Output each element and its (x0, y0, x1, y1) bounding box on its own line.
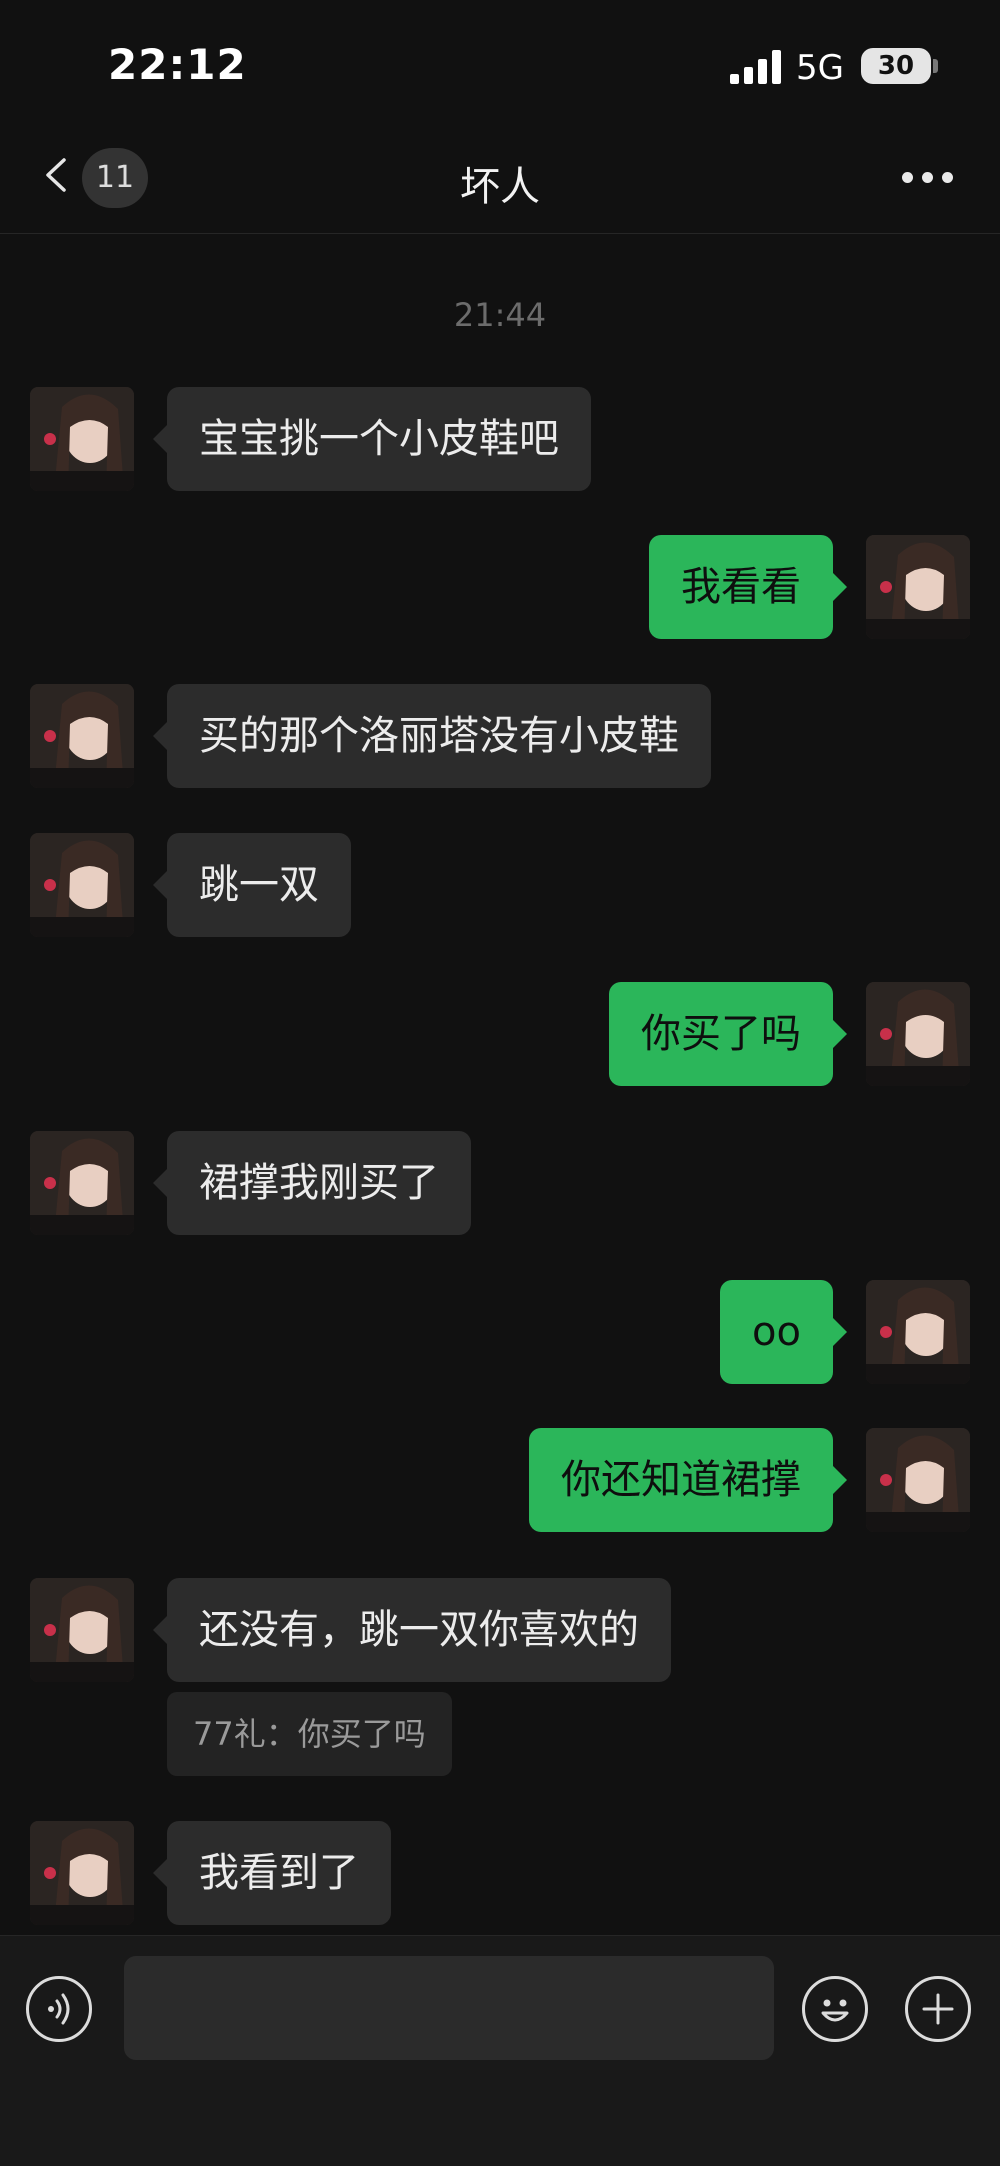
more-icon[interactable] (902, 172, 954, 186)
received-message[interactable]: 宝宝挑一个小皮鞋吧 (153, 387, 591, 491)
received-message[interactable]: 跳一双 (153, 833, 351, 937)
network-type: 5G (796, 48, 844, 88)
voice-icon[interactable] (26, 1976, 92, 2042)
received-message[interactable]: 还没有，跳一双你喜欢的 (153, 1578, 671, 1682)
sent-message[interactable]: 你买了吗 (609, 982, 847, 1086)
signal-icon (730, 50, 784, 84)
my-avatar[interactable] (866, 1280, 970, 1384)
my-avatar[interactable] (866, 535, 970, 639)
input-bar (0, 1935, 1000, 2166)
plus-icon[interactable] (905, 1976, 971, 2042)
received-message[interactable]: 买的那个洛丽塔没有小皮鞋 (153, 684, 711, 788)
sent-message[interactable]: oo (720, 1280, 847, 1384)
battery-icon: 30 (861, 48, 931, 84)
contact-avatar[interactable] (30, 684, 134, 788)
quoted-reply[interactable]: 77礼：你买了吗 (167, 1692, 452, 1776)
my-avatar[interactable] (866, 1428, 970, 1532)
my-avatar[interactable] (866, 982, 970, 1086)
contact-avatar[interactable] (30, 1131, 134, 1235)
status-time: 22:12 (108, 40, 247, 89)
sent-message[interactable]: 我看看 (649, 535, 847, 639)
sent-message[interactable]: 你还知道裙撑 (529, 1428, 847, 1532)
contact-avatar[interactable] (30, 387, 134, 491)
message-input[interactable] (124, 1956, 774, 2060)
battery-tip (933, 59, 938, 73)
emoji-icon[interactable] (802, 1976, 868, 2042)
chat-title: 坏人 (460, 164, 540, 210)
message-timestamp: 21:44 (453, 296, 547, 334)
contact-avatar[interactable] (30, 1821, 134, 1925)
received-message[interactable]: 我看到了 (153, 1821, 391, 1925)
status-bar: 22:12 5G 30 (0, 0, 1000, 120)
chat-header: 11 坏人 (0, 120, 1000, 234)
contact-avatar[interactable] (30, 833, 134, 937)
contact-avatar[interactable] (30, 1578, 134, 1682)
received-message[interactable]: 裙撑我刚买了 (153, 1131, 471, 1235)
